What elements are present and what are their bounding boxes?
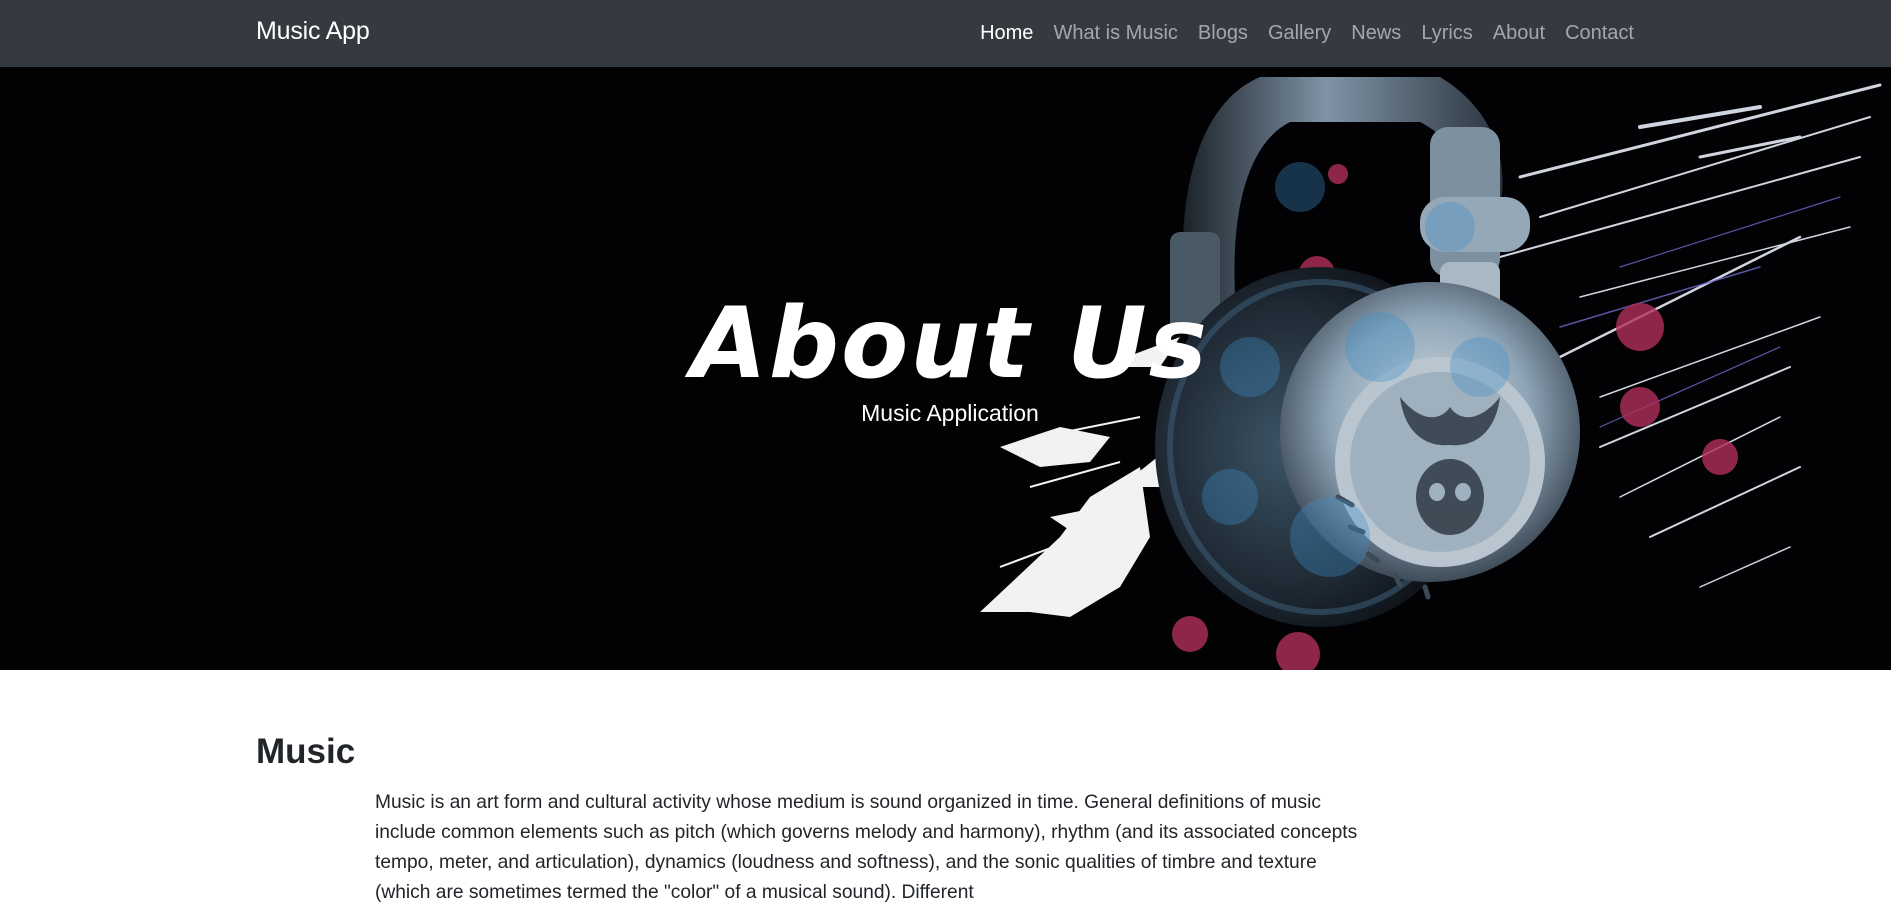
top-navbar: Music App Home What is Music Blogs Galle… — [0, 0, 1891, 67]
nav-link-contact[interactable]: Contact — [1555, 20, 1634, 46]
nav-link-home[interactable]: Home — [970, 20, 1043, 46]
nav-link-gallery[interactable]: Gallery — [1258, 20, 1341, 46]
section-heading: Music — [256, 732, 356, 771]
nav-menu: Home What is Music Blogs Gallery News Ly… — [970, 20, 1634, 46]
nav-link-lyrics[interactable]: Lyrics — [1411, 20, 1482, 46]
section-paragraph: Music is an art form and cultural activi… — [375, 792, 1358, 903]
main-content: Music Music is an art form and cultural … — [256, 728, 1357, 908]
hero-title: About Us — [691, 287, 1209, 401]
hero-banner: About Us Music Application — [0, 67, 1891, 670]
nav-link-blogs[interactable]: Blogs — [1188, 20, 1258, 46]
hero-subtitle: Music Application — [861, 400, 1039, 426]
nav-link-news[interactable]: News — [1341, 20, 1411, 46]
brand-link[interactable]: Music App — [256, 17, 370, 46]
nav-link-what-is-music[interactable]: What is Music — [1043, 20, 1187, 46]
nav-link-about[interactable]: About — [1483, 20, 1555, 46]
